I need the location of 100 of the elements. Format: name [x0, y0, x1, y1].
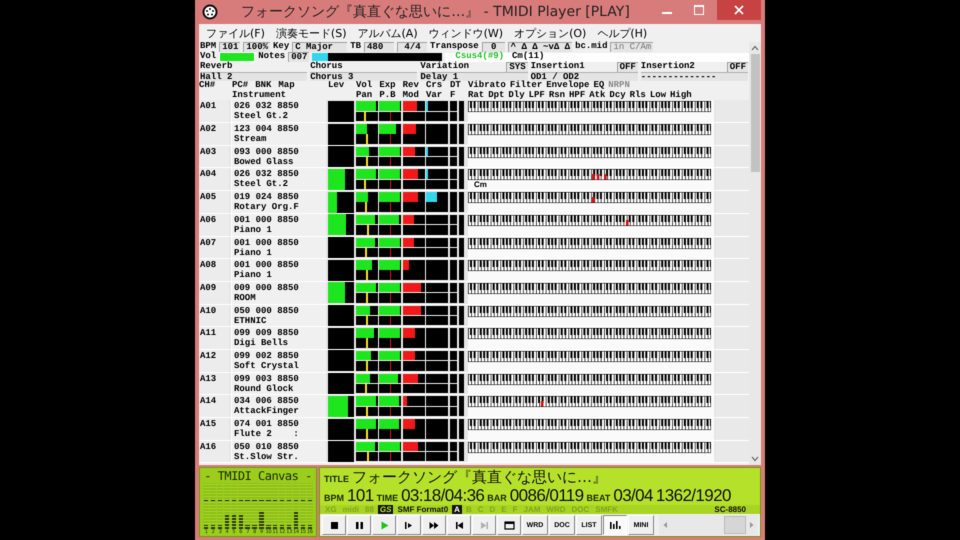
- detune-meter: [450, 282, 457, 292]
- pause-icon: [354, 520, 364, 530]
- pause-button[interactable]: [347, 515, 371, 535]
- scroll-up-icon[interactable]: [751, 45, 759, 51]
- channel-number: A05: [199, 191, 229, 213]
- port-indicator: A: [452, 505, 462, 514]
- detune-meter: [450, 146, 457, 156]
- previous-button[interactable]: [447, 515, 471, 535]
- column-header: Filter: [510, 81, 542, 90]
- instrument-name: Soft Crystal: [234, 360, 300, 371]
- channel-number: A10: [199, 304, 229, 326]
- column-header: Dpt: [488, 90, 504, 100]
- minimize-icon: [662, 12, 672, 14]
- instrument-name: Piano 1: [234, 270, 273, 280]
- instrument-name: Piano 1: [234, 224, 273, 235]
- channel-number: A13: [199, 372, 229, 394]
- channel-number: A16: [199, 440, 229, 462]
- column-header: Mod: [402, 90, 420, 100]
- fine-meter: [450, 112, 457, 122]
- time-value: 03:18/04:36: [401, 486, 484, 506]
- channel-number: A02: [199, 123, 229, 145]
- maximize-icon: [694, 5, 704, 15]
- pitch-bend-marker: [390, 180, 392, 190]
- instrument-name: Digi Bells: [234, 338, 290, 348]
- bars-button[interactable]: [603, 515, 627, 535]
- column-header: Dcy: [609, 90, 626, 100]
- channel-number: A09: [199, 282, 229, 304]
- detune-meter: [450, 350, 457, 360]
- program-bank-map: 099 003 8850: [234, 374, 300, 384]
- column-header: Instrument: [232, 90, 286, 100]
- song-title: フォークソング『真直ぐな思いに…』: [352, 468, 607, 487]
- channel-number: A12: [199, 350, 229, 372]
- horizontal-scrollbar[interactable]: [659, 515, 758, 535]
- effect-label: Chorus: [310, 62, 343, 72]
- vertical-scrollbar[interactable]: [749, 42, 761, 465]
- drum-meter: [459, 419, 464, 439]
- window-button[interactable]: [497, 515, 521, 535]
- pitch-bend-marker: [390, 429, 392, 439]
- drum-meter: [459, 374, 464, 394]
- column-header: EQ: [593, 81, 604, 90]
- channel-number: A04: [199, 168, 229, 190]
- menu-item[interactable]: 演奏モード(S): [272, 26, 350, 40]
- detune-meter: [450, 260, 457, 270]
- menu-item[interactable]: アルバム(A): [354, 26, 422, 40]
- horizontal-scroll-thumb[interactable]: [724, 516, 746, 534]
- instrument-name: Round Glock: [234, 384, 294, 394]
- instrument-name: St.Slow Str.: [234, 452, 300, 462]
- menu-item[interactable]: ウィンドウ(W): [424, 26, 508, 40]
- column-header: Crs: [426, 81, 442, 91]
- program-bank-map: 001 000 8850: [234, 214, 300, 225]
- drum-meter: [459, 192, 464, 212]
- drum-meter: [459, 214, 464, 234]
- detune-meter: [450, 442, 457, 452]
- tb-value: 480: [364, 42, 394, 52]
- file-name: bc.mid: [575, 42, 608, 52]
- bar-value: 0086/0119: [510, 486, 584, 506]
- variation-meter: [426, 406, 448, 416]
- step-button[interactable]: [397, 515, 421, 535]
- instrument-name: AttackFinger: [234, 406, 300, 416]
- notes-count: 007: [288, 52, 310, 62]
- scroll-down-icon[interactable]: [751, 456, 759, 462]
- level-meter: [328, 305, 354, 326]
- column-header: Var: [426, 90, 444, 100]
- pitch-bend-marker: [390, 134, 392, 144]
- menu-item[interactable]: オプション(O): [510, 26, 590, 40]
- drum-meter: [459, 101, 464, 122]
- transpose-label: Transpose: [430, 42, 479, 52]
- drum-meter: [459, 282, 464, 303]
- detune-meter: [450, 306, 457, 316]
- detune-meter: [450, 374, 457, 384]
- forward-button[interactable]: [422, 515, 446, 535]
- menu-item[interactable]: ヘルプ(H): [593, 26, 652, 40]
- program-bank-map: 026 032 8850: [234, 169, 300, 180]
- effect-value: --------------: [640, 72, 748, 82]
- key-value: C Major: [292, 42, 348, 52]
- canvas-title: - TMIDI Canvas -: [203, 469, 313, 483]
- fine-meter: [450, 134, 457, 144]
- chord-alternative: Cm(11): [512, 52, 544, 62]
- notes-label: Notes: [258, 52, 286, 62]
- detune-meter: [450, 328, 457, 338]
- fine-meter: [450, 180, 457, 190]
- menu-item[interactable]: ファイル(F): [202, 26, 269, 40]
- detune-meter: [450, 169, 457, 179]
- drum-meter: [459, 124, 464, 144]
- channel-number: A11: [199, 327, 229, 349]
- stop-button[interactable]: [322, 515, 346, 535]
- program-bank-map: 074 001 8850: [234, 419, 300, 429]
- effect-value: Chorus 3: [310, 72, 418, 82]
- fine-meter: [450, 338, 457, 348]
- instrument-name: Flute 2 :: [234, 429, 300, 439]
- level-meter: [328, 418, 354, 440]
- close-button[interactable]: [717, 0, 761, 20]
- effect-label: Insertion2: [640, 62, 695, 72]
- pitch-bend-marker: [390, 338, 392, 348]
- effect-value: OD1 / OD2: [530, 72, 638, 82]
- fine-meter: [450, 429, 457, 439]
- fine-meter: [450, 384, 457, 394]
- vertical-scroll-thumb[interactable]: [750, 54, 760, 172]
- fine-meter: [450, 202, 457, 212]
- column-header: Vol: [356, 81, 374, 91]
